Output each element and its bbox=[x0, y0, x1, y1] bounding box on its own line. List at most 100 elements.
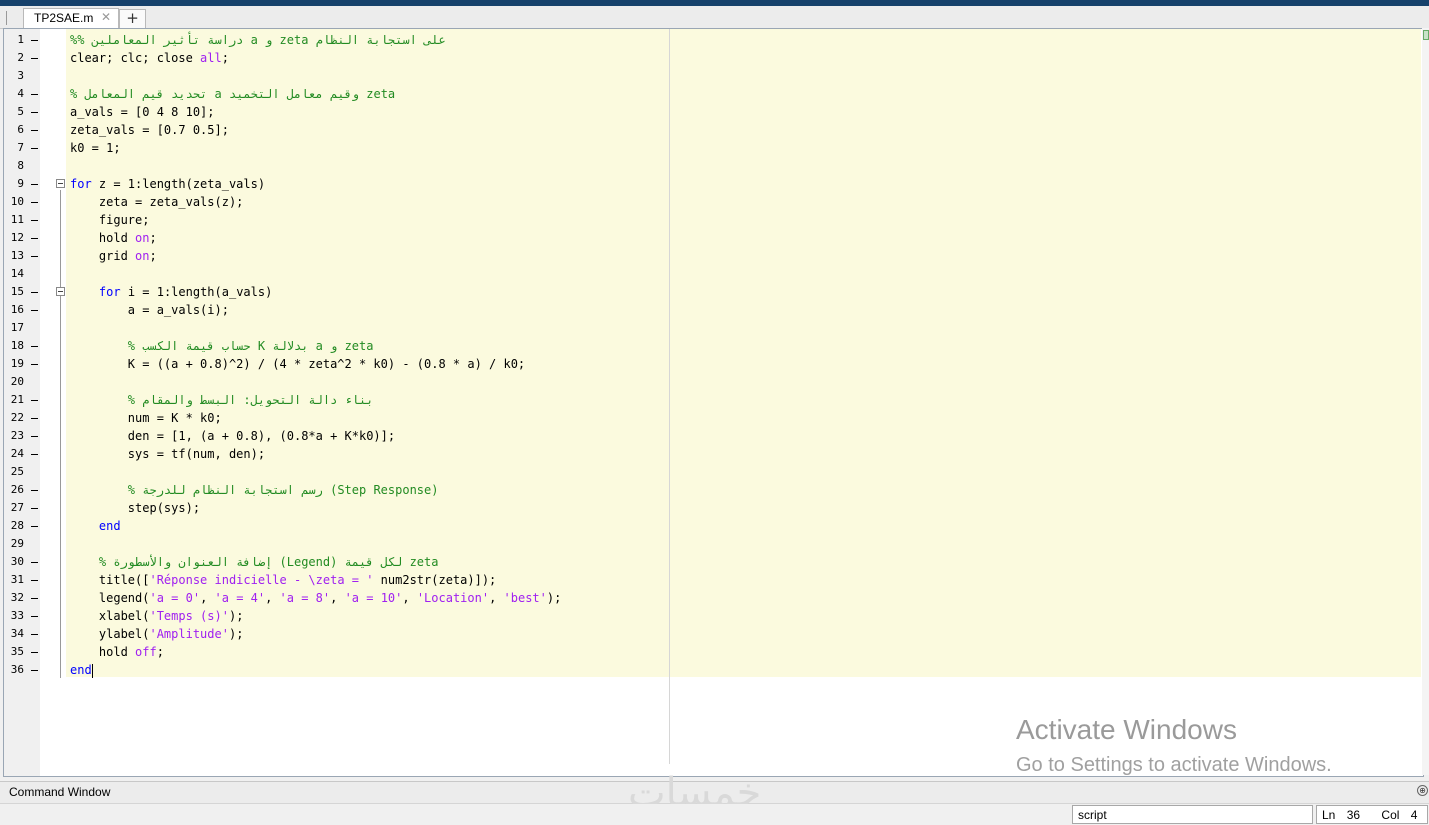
breakpoint-marker[interactable] bbox=[31, 490, 38, 491]
code-line[interactable]: 32 legend('a = 0', 'a = 4', 'a = 8', 'a … bbox=[4, 589, 1421, 607]
breakpoint-marker[interactable] bbox=[31, 310, 38, 311]
scrollbar-indicator[interactable] bbox=[1423, 30, 1429, 40]
line-number: 14 bbox=[10, 267, 24, 280]
breakpoint-marker[interactable] bbox=[31, 238, 38, 239]
code-line[interactable]: 27 step(sys); bbox=[4, 499, 1421, 517]
line-number: 8 bbox=[17, 159, 24, 172]
line-number: 29 bbox=[10, 537, 24, 550]
line-number: 1 bbox=[17, 33, 24, 46]
breakpoint-marker[interactable] bbox=[31, 346, 38, 347]
breakpoint-marker[interactable] bbox=[31, 256, 38, 257]
code-editor[interactable]: 1 %% دراسة تأثير المعاملين a و zeta على ا… bbox=[3, 28, 1424, 777]
code-line[interactable]: 34 ylabel('Amplitude'); bbox=[4, 625, 1421, 643]
breakpoint-marker[interactable] bbox=[31, 508, 38, 509]
breakpoint-marker[interactable] bbox=[31, 220, 38, 221]
code-line[interactable]: 16 a = a_vals(i); bbox=[4, 301, 1421, 319]
line-number: 13 bbox=[10, 249, 24, 262]
code-text: % رسم استجابة النظام للدرجة (Step Respon… bbox=[127, 483, 439, 497]
breakpoint-marker[interactable] bbox=[31, 292, 38, 293]
line-number: 22 bbox=[10, 411, 24, 424]
code-text: xlabel('Temps (s)'); bbox=[70, 609, 244, 623]
code-line[interactable]: 8 bbox=[4, 157, 1421, 175]
code-line[interactable]: 17 bbox=[4, 319, 1421, 337]
code-line[interactable]: 20 bbox=[4, 373, 1421, 391]
code-text: hold on; bbox=[70, 231, 157, 245]
code-line[interactable]: 22 num = K * k0; bbox=[4, 409, 1421, 427]
tab-tp2sae[interactable]: TP2SAE.m ✕ bbox=[23, 8, 119, 28]
breakpoint-marker[interactable] bbox=[31, 184, 38, 185]
code-line[interactable]: 21 % بناء دالة التحويل: البسط والمقام bbox=[4, 391, 1421, 409]
fold-toggle-icon[interactable] bbox=[56, 179, 65, 188]
breakpoint-marker[interactable] bbox=[31, 580, 38, 581]
code-line[interactable]: 15 for i = 1:length(a_vals) bbox=[4, 283, 1421, 301]
code-text: zeta = zeta_vals(z); bbox=[70, 195, 244, 209]
fold-toggle-icon[interactable] bbox=[56, 287, 65, 296]
breakpoint-marker[interactable] bbox=[31, 112, 38, 113]
code-text: a = a_vals(i); bbox=[70, 303, 229, 317]
code-line[interactable]: 14 bbox=[4, 265, 1421, 283]
code-line[interactable]: 2 clear; clc; close all; bbox=[4, 49, 1421, 67]
breakpoint-marker[interactable] bbox=[31, 634, 38, 635]
code-line[interactable]: 18 % حساب قيمة الكسب K بدلالة a و zeta bbox=[4, 337, 1421, 355]
expand-icon[interactable]: ⊕ bbox=[1417, 785, 1428, 796]
status-mode: script bbox=[1072, 805, 1313, 824]
code-line[interactable]: 4 % تحديد قيم المعامل a وقيم معامل التخمي… bbox=[4, 85, 1421, 103]
breakpoint-marker[interactable] bbox=[31, 454, 38, 455]
code-line[interactable]: 5 a_vals = [0 4 8 10]; bbox=[4, 103, 1421, 121]
breakpoint-marker[interactable] bbox=[31, 616, 38, 617]
breakpoint-marker[interactable] bbox=[31, 670, 38, 671]
code-text: zeta_vals = [0.7 0.5]; bbox=[70, 123, 229, 137]
code-line[interactable]: 19 K = ((a + 0.8)^2) / (4 * zeta^2 * k0)… bbox=[4, 355, 1421, 373]
code-line[interactable]: 25 bbox=[4, 463, 1421, 481]
breakpoint-marker[interactable] bbox=[31, 202, 38, 203]
breakpoint-marker[interactable] bbox=[31, 526, 38, 527]
code-line[interactable]: 10 zeta = zeta_vals(z); bbox=[4, 193, 1421, 211]
code-line[interactable]: 11 figure; bbox=[4, 211, 1421, 229]
code-text: end bbox=[70, 663, 93, 678]
tab-bar-handle bbox=[6, 11, 7, 25]
code-line[interactable]: 9 for z = 1:length(zeta_vals) bbox=[4, 175, 1421, 193]
code-line[interactable]: 7 k0 = 1; bbox=[4, 139, 1421, 157]
close-tab-icon[interactable]: ✕ bbox=[101, 10, 111, 24]
code-text: %% دراسة تأثير المعاملين a و zeta على اس… bbox=[70, 33, 446, 47]
breakpoint-marker[interactable] bbox=[31, 598, 38, 599]
breakpoint-marker[interactable] bbox=[31, 58, 38, 59]
col-value: 4 bbox=[1410, 808, 1418, 822]
breakpoint-marker[interactable] bbox=[31, 652, 38, 653]
code-line[interactable]: 29 bbox=[4, 535, 1421, 553]
breakpoint-marker[interactable] bbox=[31, 436, 38, 437]
activate-windows-subtitle: Go to Settings to activate Windows. bbox=[1016, 754, 1332, 776]
breakpoint-marker[interactable] bbox=[31, 148, 38, 149]
command-window-label: Command Window bbox=[9, 785, 111, 799]
status-position: Ln 36 Col 4 bbox=[1316, 805, 1428, 824]
line-number: 10 bbox=[10, 195, 24, 208]
code-text: k0 = 1; bbox=[70, 141, 121, 155]
code-line[interactable]: 26 % رسم استجابة النظام للدرجة (Step Res… bbox=[4, 481, 1421, 499]
code-text: title(['Réponse indicielle - \zeta = ' n… bbox=[70, 573, 497, 587]
code-line[interactable]: 36 end bbox=[4, 661, 1421, 679]
line-number: 28 bbox=[10, 519, 24, 532]
code-line[interactable]: 28 end bbox=[4, 517, 1421, 535]
code-line[interactable]: 12 hold on; bbox=[4, 229, 1421, 247]
code-line[interactable]: 13 grid on; bbox=[4, 247, 1421, 265]
code-line[interactable]: 6 zeta_vals = [0.7 0.5]; bbox=[4, 121, 1421, 139]
vertical-scrollbar[interactable] bbox=[1422, 28, 1429, 775]
breakpoint-marker[interactable] bbox=[31, 130, 38, 131]
code-line[interactable]: 1 %% دراسة تأثير المعاملين a و zeta على ا… bbox=[4, 31, 1421, 49]
breakpoint-marker[interactable] bbox=[31, 94, 38, 95]
code-line[interactable]: 23 den = [1, (a + 0.8), (0.8*a + K*k0)]; bbox=[4, 427, 1421, 445]
code-line[interactable]: 3 bbox=[4, 67, 1421, 85]
breakpoint-marker[interactable] bbox=[31, 562, 38, 563]
code-line[interactable]: 30 % إضافة العنوان والأسطورة (Legend) لك… bbox=[4, 553, 1421, 571]
code-line[interactable]: 24 sys = tf(num, den); bbox=[4, 445, 1421, 463]
breakpoint-marker[interactable] bbox=[31, 400, 38, 401]
code-line[interactable]: 33 xlabel('Temps (s)'); bbox=[4, 607, 1421, 625]
line-number: 4 bbox=[17, 87, 24, 100]
breakpoint-marker[interactable] bbox=[31, 364, 38, 365]
code-line[interactable]: 31 title(['Réponse indicielle - \zeta = … bbox=[4, 571, 1421, 589]
breakpoint-marker[interactable] bbox=[31, 40, 38, 41]
add-tab-button[interactable]: + bbox=[119, 9, 146, 29]
line-number: 23 bbox=[10, 429, 24, 442]
breakpoint-marker[interactable] bbox=[31, 418, 38, 419]
code-line[interactable]: 35 hold off; bbox=[4, 643, 1421, 661]
